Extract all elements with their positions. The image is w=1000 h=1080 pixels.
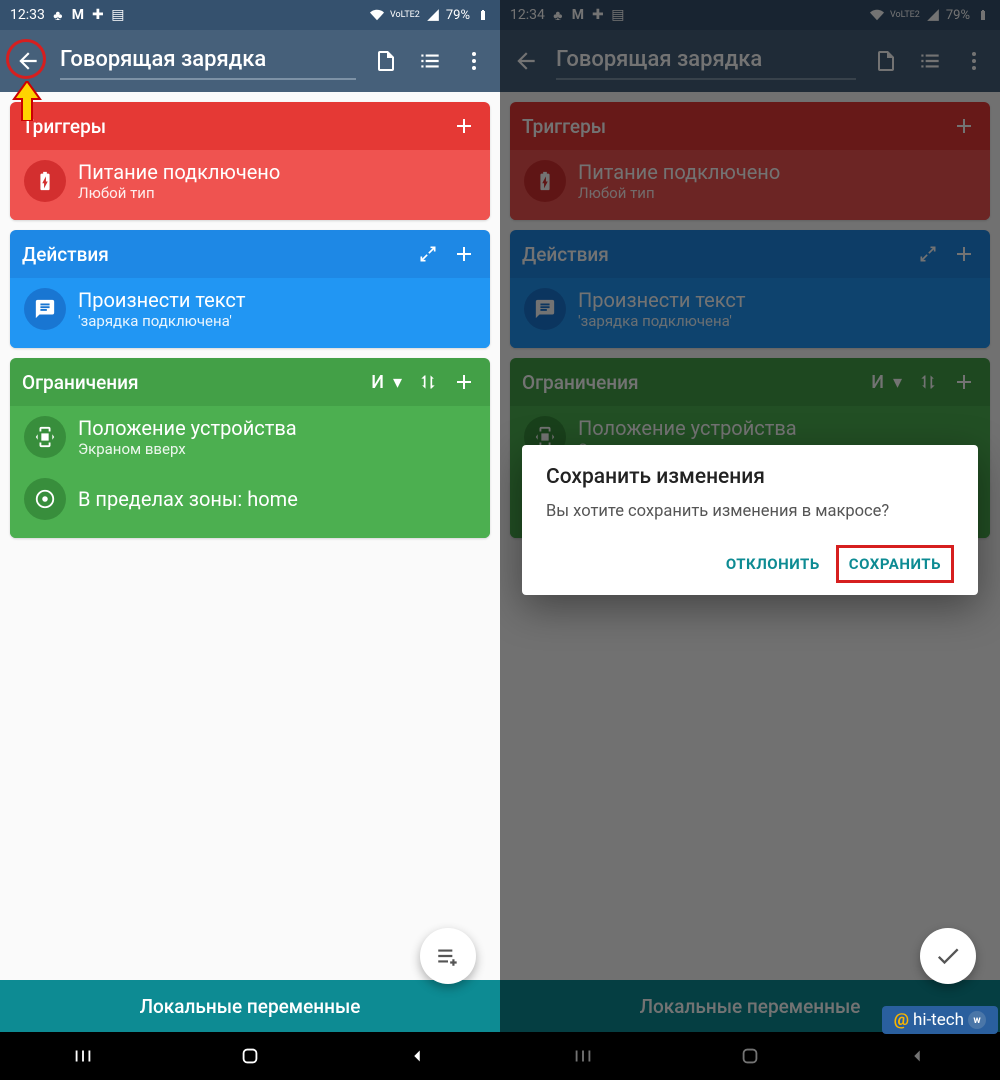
local-variables-label: Локальные переменные — [140, 995, 361, 1018]
vk-icon: w — [968, 1011, 986, 1029]
status-icon: ▤ — [111, 8, 125, 22]
actions-section: Действия Произнести те — [10, 230, 490, 348]
constraint-item[interactable]: В пределах зоны: home — [18, 472, 482, 526]
orientation-icon — [24, 416, 66, 458]
nav-recents-button[interactable] — [70, 1043, 96, 1069]
action-item-title: Произнести текст — [78, 288, 246, 312]
annotation-circle — [6, 39, 46, 79]
list-button[interactable] — [412, 43, 448, 79]
expand-actions-button[interactable] — [414, 240, 442, 268]
dialog-title: Сохранить изменения — [546, 465, 954, 489]
status-time: 12:33 — [10, 7, 45, 23]
add-constraint-button[interactable] — [450, 368, 478, 396]
local-variables-bar[interactable]: Локальные переменные — [0, 980, 500, 1032]
overflow-menu-button[interactable] — [456, 43, 492, 79]
trigger-item-subtitle: Любой тип — [78, 184, 280, 202]
annotation-arrow-icon — [10, 81, 44, 121]
save-changes-dialog: Сохранить изменения Вы хотите сохранить … — [522, 445, 978, 595]
triggers-section: Триггеры Питание подключено Любой тип — [10, 102, 490, 220]
add-action-button[interactable] — [450, 240, 478, 268]
action-item[interactable]: Произнести текст 'зарядка подключена' — [18, 282, 482, 336]
macro-title-input[interactable]: Говорящая зарядка — [60, 43, 356, 80]
phone-screenshot-left: 12:33 ♣ M ✚ ▤ VoLTE2 79% — [0, 0, 500, 1080]
dialog-save-button[interactable]: СОХРАНИТЬ — [836, 545, 954, 583]
constraint-item-subtitle: Экраном вверх — [78, 440, 297, 458]
nav-home-button[interactable] — [237, 1043, 263, 1069]
wifi-icon — [370, 8, 384, 22]
action-item-subtitle: 'зарядка подключена' — [78, 312, 246, 330]
constraints-section: Ограничения И ▾ Положе — [10, 358, 490, 538]
constraint-item[interactable]: Положение устройства Экраном вверх — [18, 410, 482, 464]
status-network-label: VoLTE2 — [390, 11, 420, 20]
constraints-title: Ограничения — [22, 371, 139, 394]
status-battery-pct: 79% — [446, 8, 470, 23]
geofence-icon — [24, 478, 66, 520]
constraint-item-title: Положение устройства — [78, 416, 297, 440]
speech-icon — [24, 288, 66, 330]
dialog-reject-button[interactable]: ОТКЛОНИТЬ — [714, 545, 832, 583]
macro-content: Триггеры Питание подключено Любой тип — [0, 92, 500, 980]
actions-title: Действия — [22, 243, 109, 266]
description-button[interactable] — [368, 43, 404, 79]
constraints-logic-dropdown[interactable]: И ▾ — [371, 372, 402, 393]
add-trigger-button[interactable] — [450, 112, 478, 140]
reorder-constraints-button[interactable] — [414, 368, 442, 396]
signal-icon — [426, 8, 440, 22]
dialog-message: Вы хотите сохранить изменения в макросе? — [546, 501, 954, 523]
status-icon: ✚ — [91, 8, 105, 22]
app-bar: Говорящая зарядка — [0, 30, 500, 92]
nav-back-button[interactable] — [404, 1043, 430, 1069]
trigger-item-title: Питание подключено — [78, 160, 280, 184]
trigger-item[interactable]: Питание подключено Любой тип — [18, 154, 482, 208]
status-bar: 12:33 ♣ M ✚ ▤ VoLTE2 79% — [0, 0, 500, 30]
fab-add-button[interactable] — [420, 928, 476, 984]
android-nav-bar — [0, 1032, 500, 1080]
phone-screenshot-right: 12:34 ♣ M ✚ ▤ VoLTE2 79% Говорящая заряд… — [500, 0, 1000, 1080]
fab-confirm-button[interactable] — [920, 928, 976, 984]
battery-charging-icon — [24, 160, 66, 202]
watermark: @hi-tech w — [882, 1006, 998, 1034]
constraint-item-title: В пределах зоны: home — [78, 487, 298, 511]
status-icon: ♣ — [51, 8, 65, 22]
battery-icon — [476, 8, 490, 22]
status-icon: M — [71, 8, 85, 22]
